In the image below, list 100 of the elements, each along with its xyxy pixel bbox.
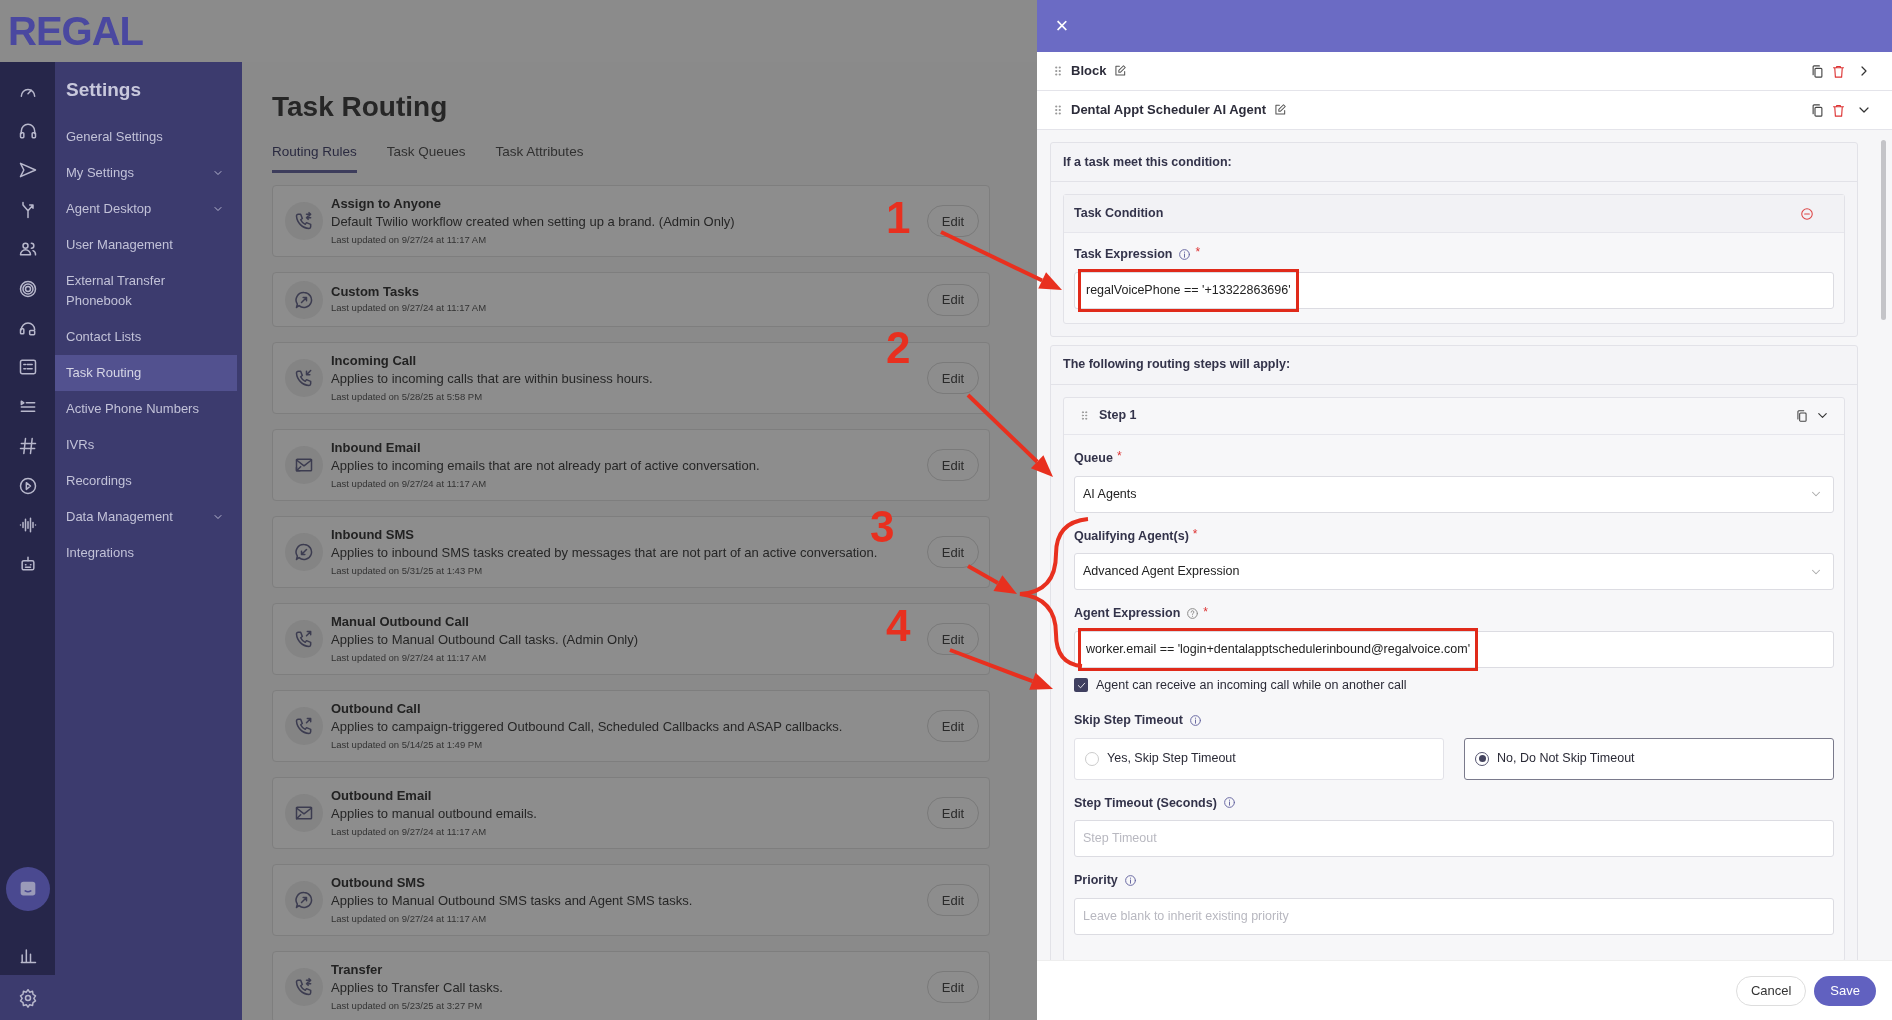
copy-icon[interactable]: [1810, 63, 1825, 79]
settings-nav-item[interactable]: Recordings: [55, 462, 237, 499]
last-updated: Last updated on 9/27/24 at 11:17 AM: [331, 650, 487, 665]
last-updated: Last updated on 9/27/24 at 11:17 AM: [331, 911, 487, 926]
rule-name: Outbound SMS: [331, 873, 425, 891]
settings-nav-item[interactable]: Active Phone Numbers: [55, 390, 237, 427]
page-title: Task Routing: [272, 90, 449, 124]
phone-icon: [294, 629, 314, 650]
rule-name: Transfer: [331, 960, 383, 978]
rule-description: Default Twilio workflow created when setting up a brand. (Admin Only): [331, 212, 735, 231]
info-icon: [1222, 796, 1236, 810]
settings-nav-item[interactable]: Contact Lists: [55, 318, 237, 355]
rule-description: Applies to Manual Outbound Call tasks. (Admin Only): [331, 630, 639, 649]
scrollbar[interactable]: [1881, 140, 1886, 320]
rule-name: Inbound SMS: [331, 525, 415, 543]
info-icon: [1123, 874, 1137, 888]
copy-icon[interactable]: [1810, 102, 1825, 118]
play-icon[interactable]: [17, 475, 38, 496]
select-field[interactable]: AI Agents: [1074, 475, 1834, 513]
field-value: worker.email == 'login+dentalapptschedulerinbound@regalvoice.com': [1078, 628, 1478, 671]
radio-option[interactable]: Yes, Skip Step Timeout: [1074, 737, 1444, 780]
phone-icon: [294, 716, 314, 737]
section-heading: The following routing steps will apply:: [1051, 345, 1857, 385]
hash-icon[interactable]: [17, 436, 38, 457]
block-title: Dental Appt Scheduler AI Agent: [1071, 101, 1266, 120]
section-heading: If a task meet this condition:: [1051, 143, 1857, 182]
rule-name: Custom Tasks: [331, 283, 419, 301]
rule-name: Assign to Anyone: [331, 194, 442, 212]
edit-button[interactable]: Edit: [927, 449, 979, 482]
edit-button[interactable]: Edit: [927, 283, 979, 316]
help-icon: [1186, 607, 1200, 621]
logo: REGAL: [8, 11, 143, 51]
tab[interactable]: Routing Rules: [272, 142, 357, 174]
edit-button[interactable]: Edit: [927, 205, 979, 238]
phone-icon: [294, 977, 314, 998]
edit-button[interactable]: Edit: [927, 884, 979, 917]
last-updated: Last updated on 9/27/24 at 11:17 AM: [331, 824, 487, 839]
last-updated: Last updated on 5/31/25 at 1:43 PM: [331, 563, 483, 578]
chat-button[interactable]: [5, 867, 50, 911]
edit-button[interactable]: Edit: [927, 971, 979, 1004]
rule-description: Applies to manual outbound emails.: [331, 804, 537, 823]
info-icon: [1178, 247, 1192, 261]
annotation-number: 1: [886, 196, 911, 240]
edit-button[interactable]: Edit: [927, 536, 979, 569]
waveform-icon[interactable]: [17, 515, 38, 535]
edit-button[interactable]: Edit: [927, 362, 979, 395]
settings-nav-item[interactable]: IVRs: [55, 426, 237, 463]
rule-name: Incoming Call: [331, 351, 417, 369]
remove-icon[interactable]: [1800, 206, 1814, 221]
placeholder-text: Leave blank to inherit existing priority: [1082, 908, 1290, 926]
field-label: Step Timeout (Seconds): [1074, 794, 1217, 812]
last-updated: Last updated on 9/27/24 at 11:17 AM: [331, 301, 487, 316]
required-mark: *: [1203, 603, 1208, 621]
field-value: AI Agents: [1082, 485, 1138, 503]
select-field[interactable]: Advanced Agent Expression: [1074, 553, 1834, 591]
annotation-number: 4: [886, 604, 911, 648]
delete-icon[interactable]: [1831, 102, 1846, 118]
input-field[interactable]: worker.email == 'login+dentalapptschedulerinbound@regalvoice.com': [1074, 631, 1834, 668]
settings-nav-item[interactable]: External Transfer Phonebook: [55, 262, 237, 319]
edit-icon[interactable]: [1273, 103, 1287, 117]
copy-icon[interactable]: [1795, 408, 1809, 423]
edit-icon[interactable]: [1113, 64, 1128, 78]
rule-description: Applies to Manual Outbound SMS tasks and Agent SMS tasks.: [331, 891, 693, 910]
field-label: Qualifying Agent(s): [1074, 527, 1189, 545]
last-updated: Last updated on 5/23/25 at 3:27 PM: [331, 998, 483, 1013]
checkbox[interactable]: [1074, 678, 1088, 693]
edit-button[interactable]: Edit: [927, 797, 979, 830]
field-label: Task Expression: [1074, 246, 1173, 263]
cancel-button[interactable]: Cancel: [1735, 975, 1807, 1006]
settings-nav-item[interactable]: General Settings: [55, 118, 237, 155]
rule-description: Applies to Transfer Call tasks.: [331, 978, 503, 997]
field-label: Agent Expression: [1074, 605, 1181, 623]
close-button[interactable]: ×: [1049, 13, 1075, 39]
settings-nav-item[interactable]: Task Routing: [55, 354, 237, 391]
edit-button[interactable]: Edit: [927, 623, 979, 656]
save-button[interactable]: Save: [1814, 975, 1876, 1006]
settings-nav-item[interactable]: Integrations: [55, 534, 237, 571]
settings-nav-item[interactable]: My Settings: [55, 154, 237, 191]
phone-icon: [294, 368, 314, 389]
chat-bubble-icon: [294, 890, 314, 911]
tab[interactable]: Task Attributes: [495, 142, 584, 174]
chat-bubble-icon: [294, 542, 314, 563]
settings-nav-item[interactable]: User Management: [55, 226, 237, 263]
settings-icon[interactable]: [17, 987, 38, 1008]
edit-button[interactable]: Edit: [927, 710, 979, 743]
condition-title: Task Condition: [1074, 205, 1164, 223]
rule-name: Manual Outbound Call: [331, 612, 469, 630]
settings-nav-item[interactable]: Agent Desktop: [55, 190, 237, 227]
last-updated: Last updated on 5/14/25 at 1:49 PM: [331, 737, 483, 752]
tab[interactable]: Task Queues: [386, 142, 466, 174]
rule-description: Applies to incoming calls that are within business hours.: [331, 369, 653, 388]
delete-icon[interactable]: [1831, 63, 1846, 79]
settings-nav-item[interactable]: Data Management: [55, 498, 237, 535]
block-title: Block: [1071, 62, 1107, 81]
settings-title: Settings: [65, 78, 142, 102]
annotation-number: 2: [886, 326, 911, 370]
last-updated: Last updated on 9/27/24 at 11:17 AM: [331, 476, 487, 491]
field-value: regalVoicePhone == '+13322863696': [1078, 268, 1299, 312]
input-field[interactable]: regalVoicePhone == '+13322863696': [1074, 271, 1834, 309]
radio-option[interactable]: No, Do Not Skip Timeout: [1464, 737, 1834, 780]
